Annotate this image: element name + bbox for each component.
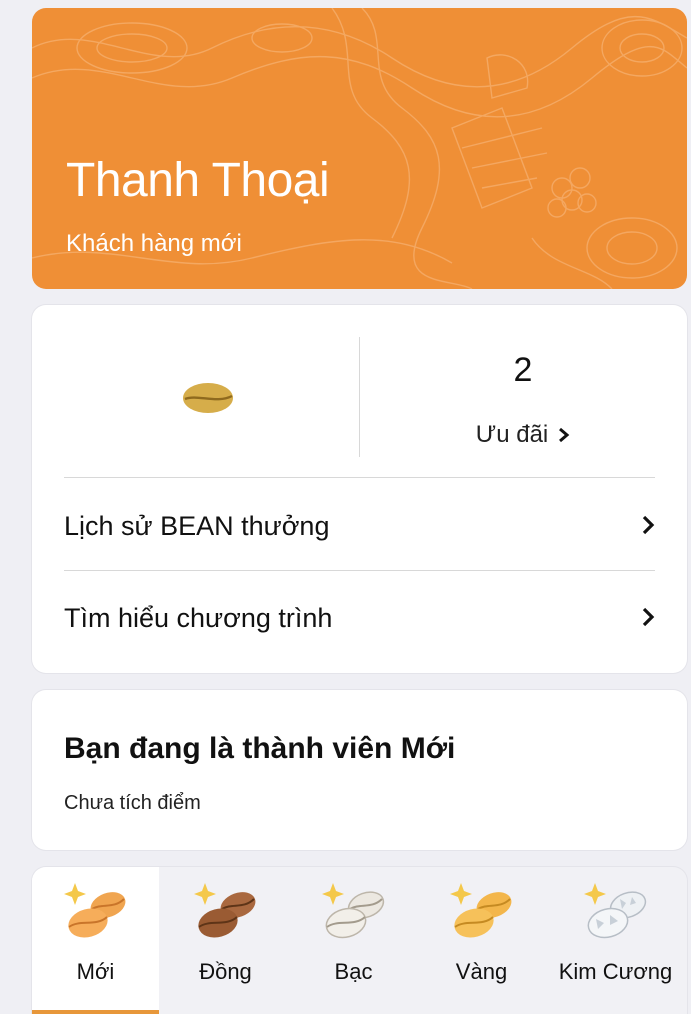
- coffee-bean-vang-icon: [450, 883, 512, 938]
- tab-label: Bạc: [334, 959, 373, 984]
- offers-label: Ưu đãi: [475, 421, 549, 448]
- bean-history-row[interactable]: Lịch sử BEAN thưởng: [64, 490, 655, 562]
- tier-tabs: Mới Đồng Bạc Vàng Kim Cương: [32, 867, 687, 1014]
- active-tab-indicator: [32, 1010, 159, 1014]
- tab-label: Đồng: [199, 959, 252, 984]
- membership-title: Bạn đang là thành viên Mới: [64, 732, 456, 765]
- divider: [64, 570, 655, 571]
- profile-name: Thanh Thoại: [66, 154, 330, 207]
- program-info-row[interactable]: Tìm hiểu chương trình: [64, 582, 655, 654]
- chevron-right-icon: [641, 511, 655, 542]
- tab-tier-moi[interactable]: Mới: [32, 867, 159, 1014]
- coffee-bean-moi-icon: [64, 883, 126, 938]
- chevron-right-icon: [558, 422, 570, 450]
- coffee-bean-icon: [182, 380, 238, 416]
- tab-label: Mới: [76, 959, 115, 984]
- membership-card: Bạn đang là thành viên Mới Chưa tích điể…: [32, 690, 687, 850]
- coffee-bean-dong-icon: [194, 883, 256, 938]
- membership-subtitle: Chưa tích điểm: [64, 792, 201, 814]
- offers-link[interactable]: Ưu đãi: [359, 421, 687, 450]
- tab-tier-bac[interactable]: Bạc: [290, 867, 417, 1014]
- coffee-bean-kim-cuong-icon: [584, 883, 647, 939]
- tab-tier-dong[interactable]: Đồng: [162, 867, 289, 1014]
- profile-tier-label: Khách hàng mới: [66, 230, 242, 257]
- divider: [64, 477, 655, 478]
- tab-tier-kim-cuong[interactable]: Kim Cương: [552, 867, 679, 1014]
- profile-banner: Thanh Thoại Khách hàng mới: [32, 8, 687, 289]
- bean-history-label: Lịch sử BEAN thưởng: [64, 510, 330, 541]
- tab-tier-vang[interactable]: Vàng: [418, 867, 545, 1014]
- program-info-label: Tìm hiểu chương trình: [64, 602, 333, 633]
- points-card: 2 Ưu đãi Lịch sử BEAN thưởng Tìm hiểu ch…: [32, 305, 687, 673]
- tab-label: Vàng: [455, 959, 508, 984]
- tab-label: Kim Cương: [558, 959, 673, 984]
- offers-count: 2: [513, 351, 533, 389]
- chevron-right-icon: [641, 603, 655, 634]
- coffee-bean-bac-icon: [322, 883, 385, 939]
